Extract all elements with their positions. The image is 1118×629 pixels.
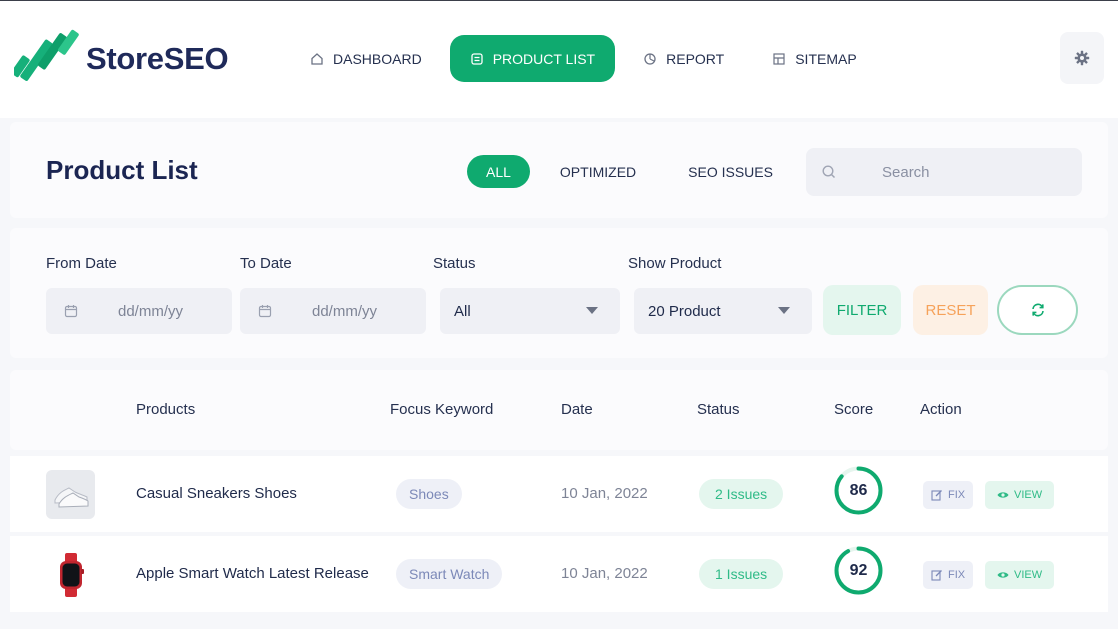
page-title: Product List xyxy=(46,155,198,185)
fix-label: FIX xyxy=(948,489,966,501)
column-header-date: Date xyxy=(561,401,593,418)
from-date-field[interactable]: dd/mm/yy xyxy=(46,288,232,334)
calendar-icon xyxy=(64,304,78,318)
product-name[interactable]: Apple Smart Watch Latest Release xyxy=(136,565,369,582)
keyword-badge: Smart Watch xyxy=(396,559,503,589)
pie-chart-icon xyxy=(643,52,657,66)
fix-label: FIX xyxy=(948,569,966,581)
search-box xyxy=(806,148,1082,196)
product-thumbnail[interactable] xyxy=(46,550,95,599)
filter-tabs: ALL OPTIMIZED SEO ISSUES xyxy=(467,155,805,188)
smartwatch-image xyxy=(59,552,84,597)
from-date-placeholder: dd/mm/yy xyxy=(118,302,184,320)
column-header-action: Action xyxy=(920,401,962,418)
filter-button[interactable]: FILTER xyxy=(823,285,901,335)
show-product-select[interactable]: 20 Product xyxy=(634,288,812,334)
issues-badge[interactable]: 1 Issues xyxy=(699,559,784,589)
eye-icon xyxy=(997,569,1009,581)
refresh-icon xyxy=(1031,303,1044,317)
row-date: 10 Jan, 2022 xyxy=(561,565,648,582)
show-product-select-value: 20 Product xyxy=(648,302,721,320)
product-thumbnail[interactable] xyxy=(46,470,95,519)
nav-report[interactable]: REPORT xyxy=(623,35,744,82)
logo-mark-icon xyxy=(14,29,79,81)
reset-button[interactable]: RESET xyxy=(913,285,988,335)
chevron-down-icon xyxy=(586,307,598,314)
view-button[interactable]: VIEW xyxy=(985,561,1055,589)
column-header-keyword: Focus Keyword xyxy=(390,401,494,418)
table-row-partial xyxy=(10,616,1108,629)
sitemap-icon xyxy=(772,52,786,66)
top-navigation-bar: StoreSEO DASHBOARD PRODUCT LIST REPORT S… xyxy=(0,0,1118,118)
home-icon xyxy=(310,52,324,66)
nav-product-list-label: PRODUCT LIST xyxy=(492,50,596,67)
chevron-down-icon xyxy=(778,307,790,314)
storeseo-logo[interactable]: StoreSEO xyxy=(14,29,229,89)
to-date-placeholder: dd/mm/yy xyxy=(312,302,378,320)
tab-optimized[interactable]: OPTIMIZED xyxy=(540,155,656,188)
row-date: 10 Jan, 2022 xyxy=(561,485,648,502)
gear-icon xyxy=(1074,50,1090,66)
calendar-icon xyxy=(258,304,272,318)
fix-button[interactable]: FIX xyxy=(923,481,974,509)
fix-button[interactable]: FIX xyxy=(923,561,974,589)
nav-dashboard[interactable]: DASHBOARD xyxy=(290,35,442,82)
settings-button[interactable] xyxy=(1060,32,1104,84)
eye-icon xyxy=(997,489,1009,501)
to-date-field[interactable]: dd/mm/yy xyxy=(240,288,426,334)
column-header-score: Score xyxy=(834,401,874,418)
refresh-button[interactable] xyxy=(997,285,1078,335)
nav-product-list[interactable]: PRODUCT LIST xyxy=(449,35,616,82)
list-icon xyxy=(470,52,484,66)
view-label: VIEW xyxy=(1014,569,1043,581)
tab-seo-issues[interactable]: SEO ISSUES xyxy=(668,155,793,188)
search-icon xyxy=(821,164,837,180)
edit-icon xyxy=(931,569,943,581)
show-product-label: Show Product xyxy=(628,255,722,272)
view-button[interactable]: VIEW xyxy=(985,481,1055,509)
status-label: Status xyxy=(433,255,476,272)
logo-text: StoreSEO xyxy=(86,41,229,76)
issues-badge[interactable]: 2 Issues xyxy=(699,479,784,509)
keyword-badge: Shoes xyxy=(396,479,462,509)
nav-sitemap-label: SITEMAP xyxy=(795,50,857,67)
score-value: 92 xyxy=(849,562,868,579)
edit-icon xyxy=(931,489,943,501)
product-name[interactable]: Casual Sneakers Shoes xyxy=(136,485,297,502)
nav-sitemap[interactable]: SITEMAP xyxy=(752,35,876,82)
main-nav: DASHBOARD PRODUCT LIST REPORT SITEMAP xyxy=(290,35,885,82)
nav-dashboard-label: DASHBOARD xyxy=(333,50,422,67)
sneakers-image xyxy=(54,486,88,508)
status-select[interactable]: All xyxy=(440,288,620,334)
nav-report-label: REPORT xyxy=(666,50,725,67)
search-input[interactable] xyxy=(882,163,1062,181)
to-date-label: To Date xyxy=(240,255,292,272)
column-header-products: Products xyxy=(136,401,196,418)
score-value: 86 xyxy=(849,482,868,499)
column-header-status: Status xyxy=(697,401,740,418)
status-select-value: All xyxy=(454,302,471,320)
from-date-label: From Date xyxy=(46,255,117,272)
tab-all[interactable]: ALL xyxy=(467,155,530,188)
view-label: VIEW xyxy=(1014,489,1043,501)
